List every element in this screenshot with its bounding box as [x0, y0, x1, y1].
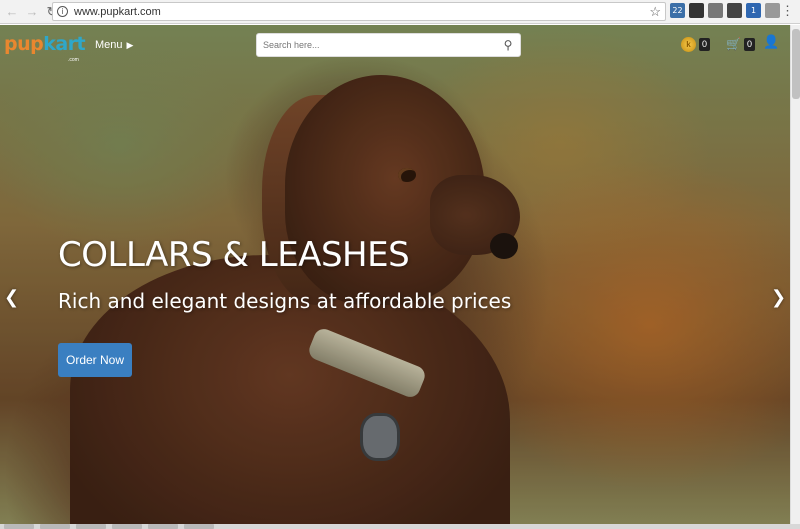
taskbar-item[interactable]	[184, 524, 214, 529]
hero-carousel: pupkart .com Menu ▶ ⚲ k 0 🛒 0 👤 COLLARS …	[0, 25, 790, 524]
scrollbar-thumb[interactable]	[792, 29, 800, 99]
taskbar-item[interactable]	[148, 524, 178, 529]
cart-count-badge: 0	[743, 37, 755, 51]
extension-tray: 22 1	[670, 3, 780, 18]
caret-right-icon: ▶	[126, 39, 134, 50]
taskbar-item[interactable]	[112, 524, 142, 529]
logo-pup-text: pup	[4, 33, 44, 55]
coins-count-badge: 0	[699, 38, 710, 51]
carousel-next-icon[interactable]: ❯	[771, 287, 786, 308]
bookmark-star-icon[interactable]: ☆	[649, 4, 661, 20]
page-scrollbar[interactable]	[790, 25, 800, 524]
cart-icon: 🛒	[726, 37, 741, 51]
coin-icon: k	[681, 37, 696, 52]
carousel-prev-icon[interactable]: ❮	[4, 287, 19, 308]
url-text[interactable]: www.pupkart.com	[74, 6, 161, 18]
browser-toolbar: ← → ↻ i www.pupkart.com ☆ 221 ⋮	[0, 0, 800, 24]
menu-button[interactable]: Menu ▶	[95, 39, 133, 51]
extension-dark-circle-icon[interactable]	[689, 3, 704, 18]
browser-menu-icon[interactable]: ⋮	[781, 3, 794, 19]
site-logo[interactable]: pupkart .com	[4, 33, 86, 63]
info-icon[interactable]: i	[57, 6, 68, 17]
menu-label: Menu	[95, 39, 123, 51]
extension-badge-icon[interactable]: 1	[746, 3, 761, 18]
extension-mail-icon[interactable]	[727, 3, 742, 18]
search-icon[interactable]: ⚲	[496, 38, 520, 52]
order-now-button[interactable]: Order Now	[58, 343, 132, 377]
extension-22-icon[interactable]: 22	[670, 3, 685, 18]
cart-button[interactable]: 🛒 0	[726, 37, 755, 51]
extension-envelope-icon[interactable]	[708, 3, 723, 18]
search-input[interactable]	[257, 40, 496, 50]
logo-com-text: .com	[68, 57, 79, 63]
search-bar: ⚲	[256, 33, 521, 57]
back-arrow-icon[interactable]: ←	[4, 4, 20, 20]
extension-pen-icon[interactable]	[765, 3, 780, 18]
slide-subtitle: Rich and elegant designs at affordable p…	[58, 289, 512, 313]
taskbar-item[interactable]	[76, 524, 106, 529]
taskbar	[0, 524, 800, 529]
taskbar-item[interactable]	[4, 524, 34, 529]
coins-indicator[interactable]: k 0	[681, 37, 710, 52]
taskbar-item[interactable]	[40, 524, 70, 529]
address-bar[interactable]: i www.pupkart.com ☆	[52, 2, 666, 21]
user-icon[interactable]: 👤	[763, 35, 779, 50]
slide-title: COLLARS & LEASHES	[58, 235, 410, 275]
logo-kart-text: kart	[43, 33, 86, 55]
forward-arrow-icon[interactable]: →	[24, 4, 40, 20]
